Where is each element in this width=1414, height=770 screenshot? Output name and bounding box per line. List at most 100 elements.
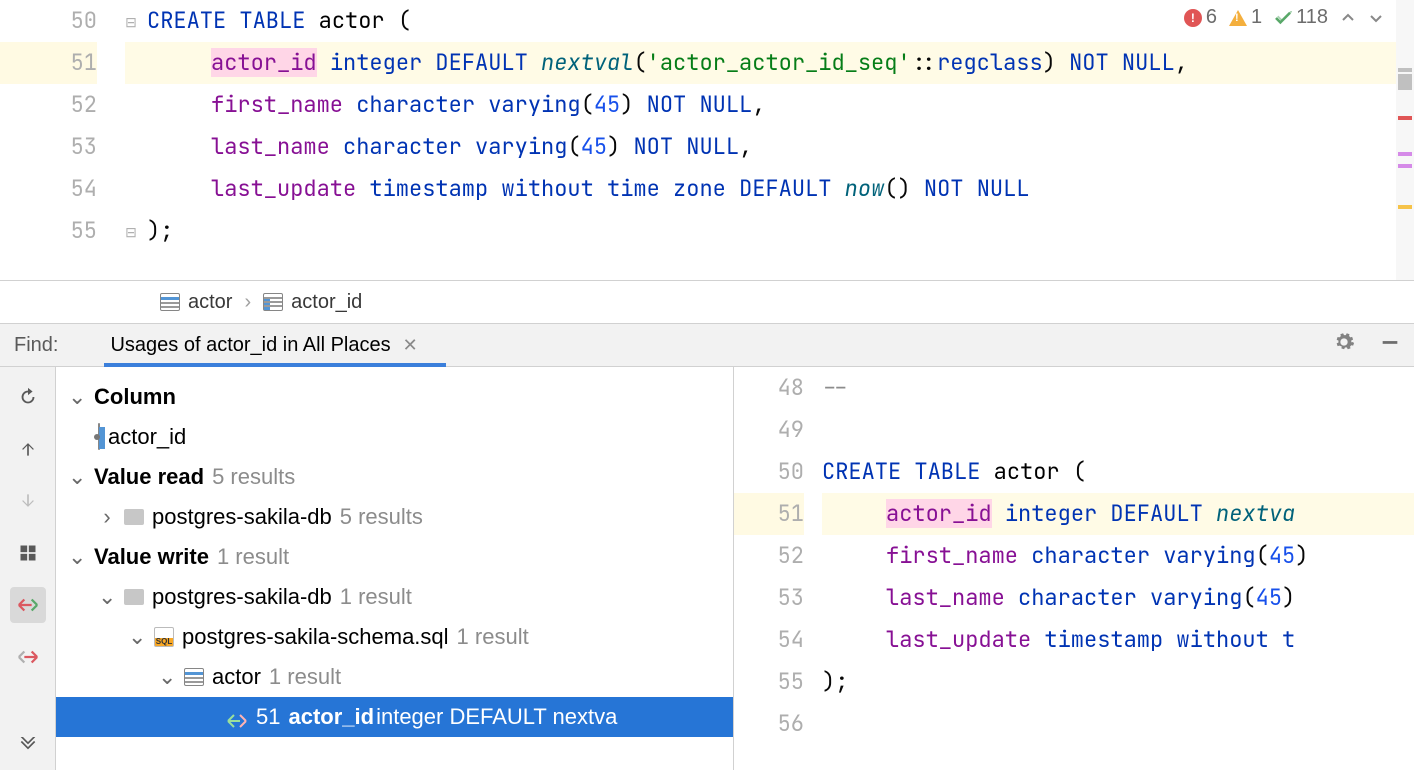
tree-count: 1 result (457, 624, 529, 650)
inspections-widget[interactable]: ! 6 1 118 (1184, 6, 1384, 29)
tree-count: 5 results (212, 464, 295, 490)
chevron-down-icon[interactable]: ⌄ (128, 624, 146, 650)
line-number: 53 (0, 126, 97, 168)
line-number: 49 (734, 409, 804, 451)
breadcrumb-label: actor_id (291, 291, 362, 314)
prev-occurrence-button[interactable] (10, 431, 46, 467)
tree-label: actor_id (108, 424, 186, 450)
tree-item-table[interactable]: ⌄ actor 1 result (56, 657, 733, 697)
show-write-button[interactable] (10, 639, 46, 675)
code-line[interactable]: actor_id integer DEFAULT nextva (822, 493, 1414, 535)
tree-label: postgres-sakila-db (152, 584, 332, 610)
warning-icon (1229, 10, 1247, 26)
show-read-button[interactable] (10, 587, 46, 623)
tree-label: actor_id (288, 704, 374, 730)
code-line[interactable]: last_name character varying(45) NOT NULL… (125, 126, 1414, 168)
tree-item-folder[interactable]: ⌄ postgres-sakila-db 1 result (56, 577, 733, 617)
code-line[interactable]: CREATE TABLE actor ( (822, 451, 1414, 493)
chevron-down-icon[interactable]: ⌄ (68, 384, 86, 410)
tree-line-number: 51 (256, 704, 280, 730)
preview-editor[interactable]: 48 49 50 51 52 53 54 55 56 -- CREATE TAB… (734, 367, 1414, 770)
find-tab[interactable]: Usages of actor_id in All Places ✕ (110, 324, 417, 366)
preview-gutter: 48 49 50 51 52 53 54 55 56 (734, 367, 822, 770)
tree-item-usage[interactable]: 51 actor_id integer DEFAULT nextva (56, 697, 733, 737)
tree-label: actor (212, 664, 261, 690)
find-label: Find: (14, 334, 58, 357)
group-by-button[interactable] (10, 535, 46, 571)
tree-group-value-write[interactable]: ⌄ Value write 1 result (56, 537, 733, 577)
usages-tree[interactable]: ⌄ Column actor_id ⌄ Value read 5 results… (56, 367, 734, 770)
code-line[interactable]: last_update timestamp without t (822, 619, 1414, 661)
stripe-marker[interactable] (1398, 152, 1412, 156)
stripe-marker[interactable] (1398, 205, 1412, 209)
chevron-down-icon[interactable]: ⌄ (158, 664, 176, 690)
warning-count: 1 (1251, 6, 1262, 29)
line-number: 51 (0, 42, 97, 84)
stripe-marker[interactable] (1398, 116, 1412, 120)
inspection-errors[interactable]: ! 6 (1184, 6, 1217, 29)
checkmark-icon (1274, 11, 1292, 25)
tree-item-column[interactable]: actor_id (56, 417, 733, 457)
breadcrumb-label: actor (188, 291, 232, 314)
code-line[interactable]: ); (822, 661, 1414, 703)
line-number: 52 (0, 84, 97, 126)
tree-group-column[interactable]: ⌄ Column (56, 377, 733, 417)
find-panel-header: Find: Usages of actor_id in All Places ✕ (0, 323, 1414, 367)
editor-gutter: 50 51 52 53 54 55 (0, 0, 125, 280)
rerun-button[interactable] (10, 379, 46, 415)
tree-label-rest: integer DEFAULT nextva (376, 704, 617, 730)
tree-label: Column (94, 384, 176, 410)
line-number: 48 (734, 367, 804, 409)
tree-label: postgres-sakila-db (152, 504, 332, 530)
next-occurrence-button[interactable] (10, 483, 46, 519)
chevron-down-icon[interactable] (1368, 10, 1384, 26)
code-line[interactable]: last_name character varying(45) (822, 577, 1414, 619)
code-line[interactable]: ); (125, 210, 1414, 252)
chevron-down-icon[interactable]: ⌄ (68, 464, 86, 490)
find-panel-body: ⌄ Column actor_id ⌄ Value read 5 results… (0, 367, 1414, 770)
breadcrumb-item[interactable]: actor_id (263, 291, 362, 314)
breadcrumb-item[interactable]: actor (160, 291, 232, 314)
code-line[interactable]: last_update timestamp without time zone … (125, 168, 1414, 210)
tree-count: 1 result (217, 544, 289, 570)
chevron-right-icon[interactable]: › (98, 504, 116, 530)
stripe-marker[interactable] (1398, 74, 1412, 90)
inspection-ok[interactable]: 118 (1274, 6, 1328, 29)
code-line[interactable] (822, 703, 1414, 745)
line-number: 52 (734, 535, 804, 577)
code-line[interactable]: -- (822, 367, 1414, 409)
gear-icon[interactable] (1330, 331, 1358, 359)
close-icon[interactable]: ✕ (403, 335, 418, 356)
more-button[interactable] (10, 726, 46, 762)
breadcrumb: actor › actor_id (0, 281, 1414, 323)
tree-item-file[interactable]: ⌄ SQL postgres-sakila-schema.sql 1 resul… (56, 617, 733, 657)
folder-icon (124, 589, 144, 605)
tree-count: 1 result (269, 664, 341, 690)
tree-item-folder[interactable]: › postgres-sakila-db 5 results (56, 497, 733, 537)
line-number: 51 (734, 493, 804, 535)
code-line[interactable]: first_name character varying(45) NOT NUL… (125, 84, 1414, 126)
code-line[interactable]: first_name character varying(45) (822, 535, 1414, 577)
line-number: 50 (0, 0, 97, 42)
hide-icon[interactable] (1376, 331, 1404, 359)
tree-label: postgres-sakila-schema.sql (182, 624, 449, 650)
inspection-warnings[interactable]: 1 (1229, 6, 1262, 29)
code-line[interactable] (822, 409, 1414, 451)
tree-label: Value write (94, 544, 209, 570)
preview-code-area[interactable]: -- CREATE TABLE actor ( actor_id integer… (822, 367, 1414, 770)
chevron-down-icon[interactable]: ⌄ (68, 544, 86, 570)
tree-count: 1 result (340, 584, 412, 610)
main-editor[interactable]: 50 51 52 53 54 55 ⊟ ⊟ CREATE TABLE actor… (0, 0, 1414, 280)
tree-group-value-read[interactable]: ⌄ Value read 5 results (56, 457, 733, 497)
error-stripe[interactable] (1396, 0, 1414, 280)
line-number: 54 (734, 619, 804, 661)
editor-code-area[interactable]: CREATE TABLE actor ( actor_id integer DE… (125, 0, 1414, 280)
line-number: 55 (734, 661, 804, 703)
chevron-up-icon[interactable] (1340, 10, 1356, 26)
error-count: 6 (1206, 6, 1217, 29)
stripe-marker[interactable] (1398, 68, 1412, 72)
stripe-marker[interactable] (1398, 164, 1412, 168)
code-line[interactable]: actor_id integer DEFAULT nextval('actor_… (125, 42, 1414, 84)
tree-count: 5 results (340, 504, 423, 530)
chevron-down-icon[interactable]: ⌄ (98, 584, 116, 610)
